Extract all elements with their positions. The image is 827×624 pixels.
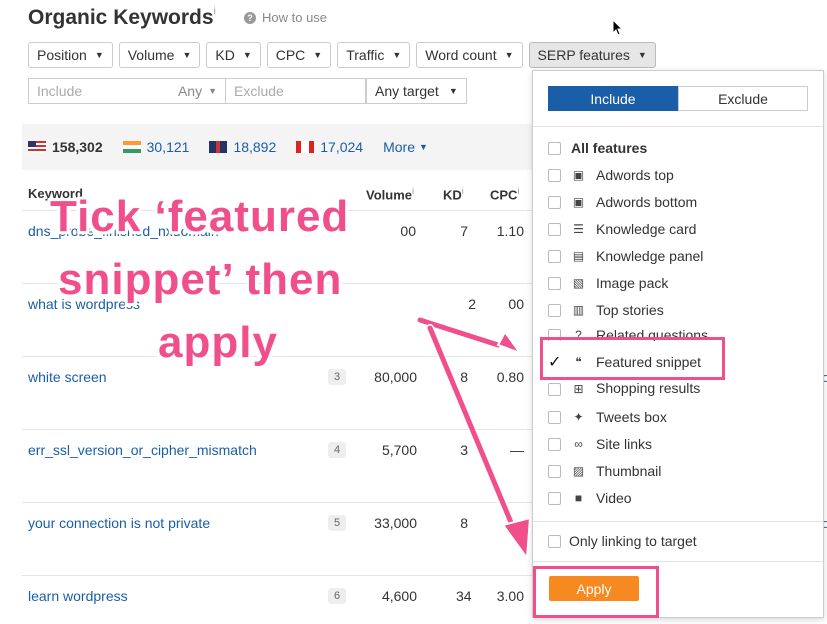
annotation-arrows: [0, 0, 827, 624]
